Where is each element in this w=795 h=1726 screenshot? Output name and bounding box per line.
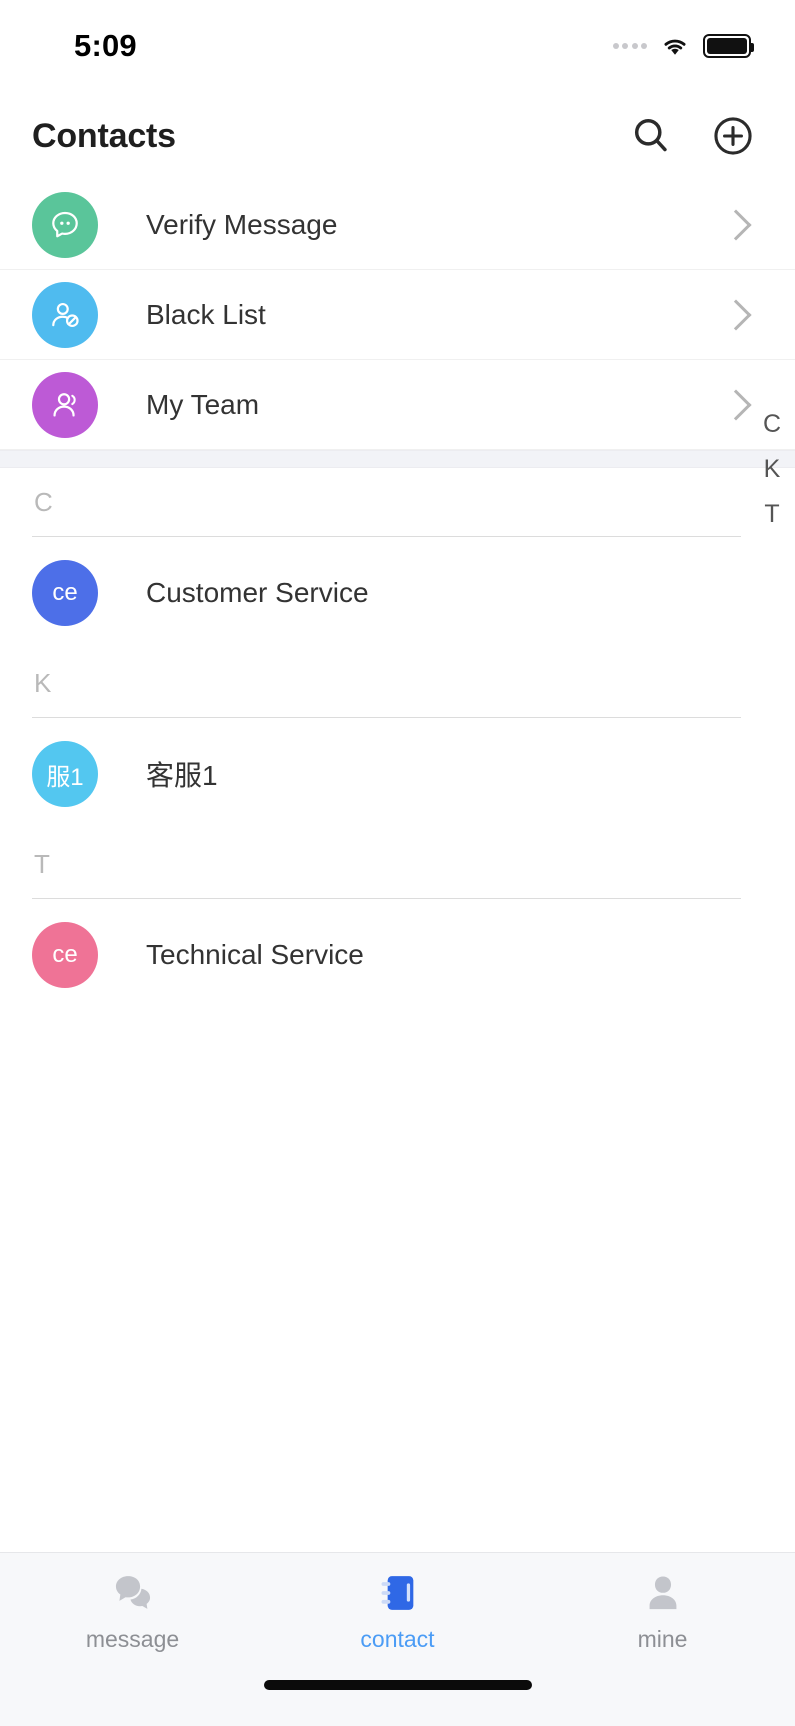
section-gap	[0, 450, 795, 468]
list-item-label: Verify Message	[146, 208, 338, 240]
status-indicators	[612, 34, 754, 58]
header-actions	[629, 114, 795, 158]
user-block-icon	[32, 281, 98, 348]
list-item-label: Black List	[146, 298, 266, 330]
tab-label: contact	[360, 1626, 435, 1652]
status-bar: 5:09	[0, 0, 795, 92]
page-title: Contacts	[32, 116, 176, 155]
chevron-right-icon	[720, 388, 752, 421]
list-item-black-list[interactable]: Black List	[0, 270, 795, 360]
avatar: ce	[32, 560, 98, 626]
contact-row-technical-service[interactable]: ce Technical Service	[0, 899, 795, 1011]
section-header-k: K	[0, 649, 795, 717]
bottom-tab-bar: message contact mine	[0, 1552, 795, 1670]
phone-screen: 5:09 Contacts Verify Message Black List …	[0, 0, 795, 1726]
chat-bubbles-icon	[115, 1576, 150, 1609]
home-indicator-area	[0, 1670, 795, 1726]
home-indicator-bar[interactable]	[263, 1680, 532, 1690]
tab-mine[interactable]: mine	[530, 1553, 795, 1670]
contact-row-customer-service[interactable]: ce Customer Service	[0, 537, 795, 649]
signal-dots-icon	[612, 43, 647, 49]
person-icon	[649, 1576, 676, 1610]
wifi-icon	[664, 39, 686, 55]
tab-label: mine	[637, 1626, 688, 1652]
index-letter-k[interactable]: K	[764, 457, 781, 482]
avatar: 服1	[32, 741, 98, 807]
index-letter-t[interactable]: T	[764, 502, 779, 527]
app-header: Contacts	[0, 92, 795, 180]
address-book-icon	[381, 1576, 413, 1610]
status-time: 5:09	[74, 28, 137, 63]
search-icon[interactable]	[629, 114, 673, 158]
index-letter-c[interactable]: C	[763, 412, 781, 437]
contact-row-kefu1[interactable]: 服1 客服1	[0, 718, 795, 830]
tab-message[interactable]: message	[0, 1553, 265, 1670]
battery-icon	[703, 34, 754, 58]
avatar: ce	[32, 922, 98, 988]
contacts-list: Verify Message Black List My Team C ce C…	[0, 180, 795, 1552]
chevron-right-icon	[720, 208, 752, 241]
chevron-right-icon	[720, 298, 752, 331]
list-item-label: My Team	[146, 388, 260, 420]
contact-name: Technical Service	[146, 939, 364, 970]
plus-circle-icon[interactable]	[711, 114, 755, 158]
contact-name: 客服1	[146, 760, 218, 791]
tab-label: message	[85, 1626, 180, 1652]
list-item-my-team[interactable]: My Team	[0, 360, 795, 450]
users-group-icon	[32, 371, 98, 438]
section-header-t: T	[0, 830, 795, 898]
list-item-verify-message[interactable]: Verify Message	[0, 180, 795, 270]
alphabet-index[interactable]: C K T	[763, 412, 781, 527]
chat-bubble-icon	[32, 191, 98, 258]
tab-contact[interactable]: contact	[265, 1553, 530, 1670]
contact-name: Customer Service	[146, 577, 369, 608]
section-header-c: C	[0, 468, 795, 536]
